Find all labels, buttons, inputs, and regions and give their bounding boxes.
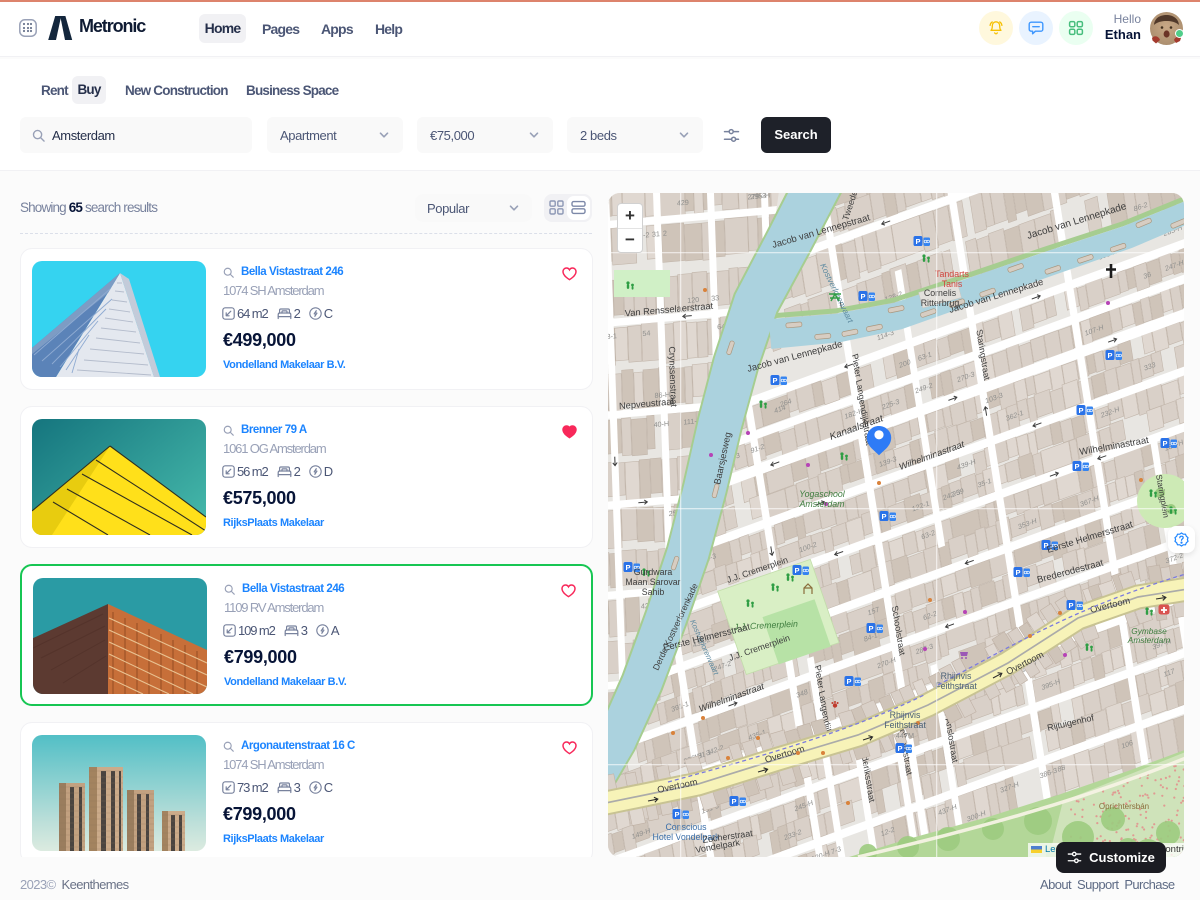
svg-text:Gurdwara: Gurdwara bbox=[634, 567, 673, 577]
svg-text:31: 31 bbox=[652, 229, 660, 239]
svg-text:P: P bbox=[772, 376, 777, 385]
svg-text:P: P bbox=[674, 810, 679, 819]
svg-text:P: P bbox=[1107, 351, 1112, 360]
svg-text:P: P bbox=[794, 566, 799, 575]
svg-text:P: P bbox=[897, 744, 902, 753]
svg-text:P: P bbox=[1162, 439, 1167, 448]
svg-text:Maan Sarovar: Maan Sarovar bbox=[625, 577, 680, 587]
svg-text:Amsterdam: Amsterdam bbox=[1127, 635, 1171, 645]
svg-text:429: 429 bbox=[677, 198, 689, 208]
svg-text:Feithstraat: Feithstraat bbox=[884, 720, 926, 730]
svg-text:Oprichtersbán: Oprichtersbán bbox=[1099, 802, 1149, 811]
svg-text:P: P bbox=[1074, 462, 1079, 471]
svg-text:Amsterdam: Amsterdam bbox=[799, 499, 845, 509]
svg-text:P: P bbox=[915, 237, 920, 246]
svg-text:Sahib: Sahib bbox=[642, 587, 665, 597]
svg-text:P: P bbox=[881, 512, 886, 521]
svg-text:Cornelis: Cornelis bbox=[924, 288, 957, 298]
svg-text:2: 2 bbox=[663, 229, 667, 238]
svg-text:Feithstraat: Feithstraat bbox=[935, 681, 977, 691]
svg-text:418-1: 418-1 bbox=[608, 331, 617, 342]
svg-text:P: P bbox=[1068, 601, 1073, 610]
svg-text:P: P bbox=[868, 624, 873, 633]
svg-text:Yogaschool: Yogaschool bbox=[799, 489, 846, 499]
svg-text:P: P bbox=[860, 292, 865, 301]
svg-text:Crynssenstraat: Crynssenstraat bbox=[667, 346, 679, 408]
svg-text:447M: 447M bbox=[896, 731, 914, 740]
svg-text:54: 54 bbox=[642, 328, 650, 338]
svg-text:P: P bbox=[846, 677, 851, 686]
svg-text:P: P bbox=[1078, 406, 1083, 415]
svg-text:Rhijnvis: Rhijnvis bbox=[890, 710, 921, 720]
svg-text:40-H: 40-H bbox=[653, 419, 669, 429]
svg-text:Tandarts: Tandarts bbox=[935, 269, 969, 279]
svg-text:Conscious: Conscious bbox=[665, 822, 707, 832]
svg-text:P: P bbox=[1015, 568, 1020, 577]
svg-text:P: P bbox=[625, 563, 630, 572]
svg-text:P: P bbox=[731, 797, 736, 806]
svg-text:Rhijnvis: Rhijnvis bbox=[941, 671, 972, 681]
